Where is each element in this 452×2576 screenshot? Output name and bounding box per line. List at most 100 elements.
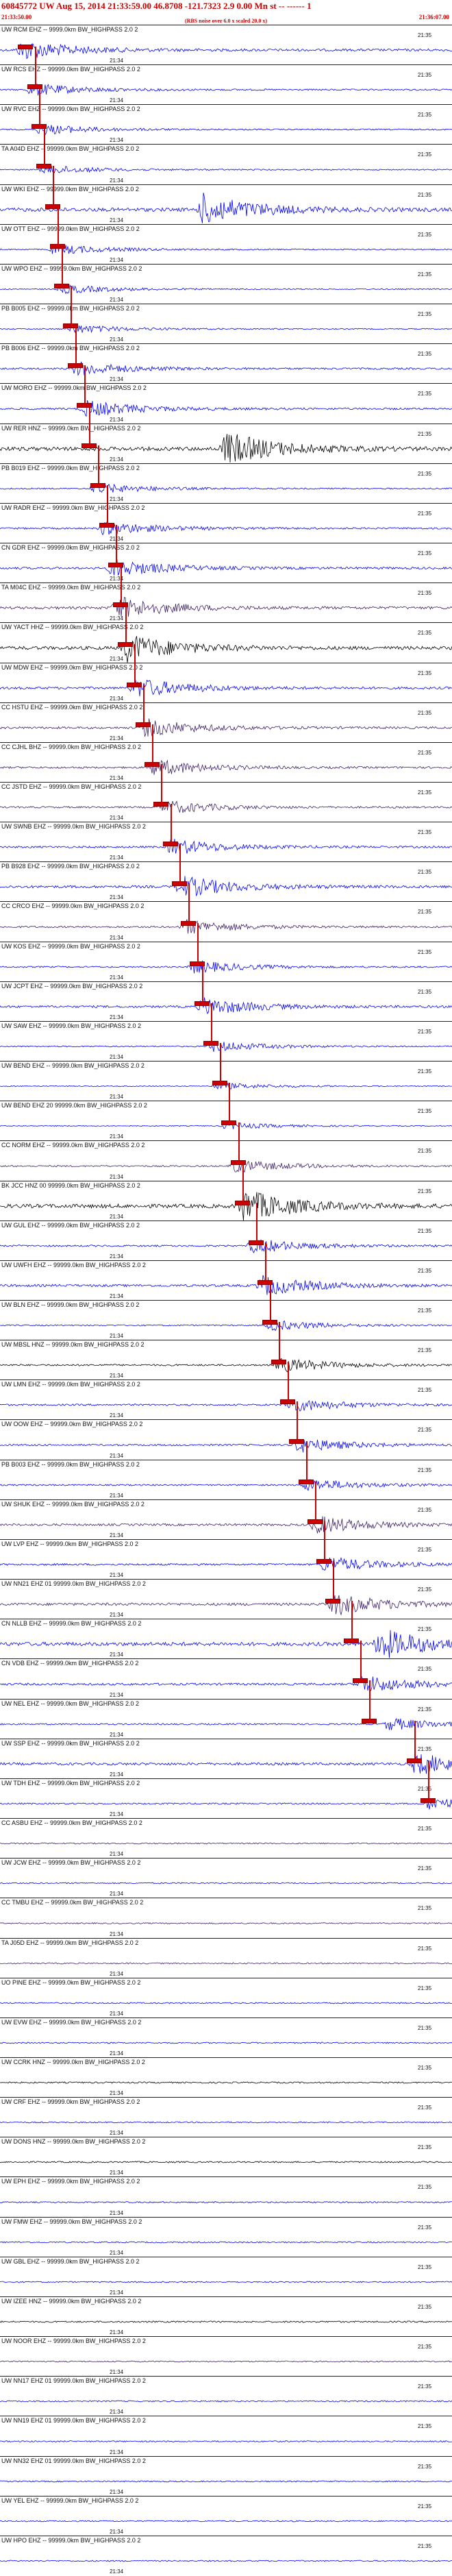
trace-row: PB B005 EHZ -- 99999.0km BW_HIGHPASS 2.0… — [0, 304, 452, 343]
station-label: UW NN32 EHZ 01 99999.0km BW_HIGHPASS 2.0… — [1, 2457, 146, 2464]
tick-label-2134: 21:34 — [110, 815, 124, 821]
pick-connector — [428, 1760, 429, 1800]
tick-label-2134: 21:34 — [110, 2568, 124, 2575]
station-label: UW NOOR EHZ -- 99999.0km BW_HIGHPASS 2.0… — [1, 2338, 146, 2344]
trace-line — [0, 759, 452, 775]
tick-label-2135: 21:35 — [418, 630, 432, 636]
tick-label-2135: 21:35 — [418, 2383, 432, 2390]
tick-label-2134: 21:34 — [110, 1532, 124, 1538]
trace-line — [0, 434, 452, 463]
tick-label-2134: 21:34 — [110, 58, 124, 64]
trace-row: CC ASBU EHZ -- 99999.0km BW_HIGHPASS 2.0… — [0, 1818, 452, 1858]
trace-row: UW GUL EHZ -- 99999.0km BW_HIGHPASS 2.0 … — [0, 1220, 452, 1260]
trace-row: UW RER HNZ -- 99999.0km BW_HIGHPASS 2.0 … — [0, 424, 452, 463]
trace-line — [0, 400, 452, 417]
station-label: UW SSP EHZ -- 99999.0km BW_HIGHPASS 2.0 … — [1, 1740, 140, 1747]
tick-label-2134: 21:34 — [110, 2369, 124, 2375]
pick-connector — [107, 484, 108, 525]
pick-connector — [71, 285, 72, 326]
pick-connector — [53, 166, 54, 206]
trace-line — [0, 718, 452, 737]
tick-label-2134: 21:34 — [110, 1453, 124, 1459]
tick-label-2135: 21:35 — [418, 1547, 432, 1553]
pick-connector — [134, 644, 136, 685]
pick-connector — [256, 1202, 258, 1242]
trace-line — [0, 1040, 452, 1052]
seismogram-header: 60845772 UW Aug 15, 2014 21:33:59.00 46.… — [0, 0, 452, 25]
tick-label-2135: 21:35 — [418, 1865, 432, 1872]
station-label: UW SAW EHZ -- 99999.0km BW_HIGHPASS 2.0 … — [1, 1022, 142, 1029]
tick-label-2134: 21:34 — [110, 376, 124, 382]
trace-line — [0, 482, 452, 493]
arrival-pick-marker[interactable] — [18, 44, 33, 49]
trace-row: UW NEL EHZ -- 99999.0km BW_HIGHPASS 2.0 … — [0, 1699, 452, 1739]
station-label: UW YEL EHZ -- 99999.0km BW_HIGHPASS 2.0 … — [1, 2497, 139, 2504]
station-label: UW EPH EHZ -- 99999.0km BW_HIGHPASS 2.0 … — [1, 2178, 140, 2185]
trace-line — [0, 2440, 452, 2443]
trace-row: UW SAW EHZ -- 99999.0km BW_HIGHPASS 2.0 … — [0, 1021, 452, 1061]
tick-label-2135: 21:35 — [418, 989, 432, 995]
trace-row: UW CCRK HNZ -- 99999.0km BW_HIGHPASS 2.0… — [0, 2057, 452, 2097]
trace-line — [0, 959, 452, 974]
tick-label-2134: 21:34 — [110, 1811, 124, 1817]
tick-label-2135: 21:35 — [418, 1985, 432, 1991]
trace-line — [0, 559, 452, 576]
trace-line — [0, 1479, 452, 1491]
tick-label-2134: 21:34 — [110, 894, 124, 900]
tick-label-2134: 21:34 — [110, 1014, 124, 1020]
station-label: CC TMBU EHZ -- 99999.0km BW_HIGHPASS 2.0… — [1, 1899, 144, 1906]
trace-row: UW FMW EHZ -- 99999.0km BW_HIGHPASS 2.0 … — [0, 2217, 452, 2257]
trace-line — [0, 2320, 452, 2323]
trace-row: CN GDR EHZ -- 99999.0km BW_HIGHPASS 2.0 … — [0, 543, 452, 582]
trace-line — [0, 2121, 452, 2124]
tick-label-2134: 21:34 — [110, 1133, 124, 1140]
tick-label-2135: 21:35 — [418, 1946, 432, 1952]
tick-label-2135: 21:35 — [418, 1905, 432, 1911]
tick-label-2135: 21:35 — [418, 1467, 432, 1473]
tick-label-2135: 21:35 — [418, 909, 432, 915]
station-label: TA M04C EHZ -- 99999.0km BW_HIGHPASS 2.0… — [1, 584, 141, 591]
tick-label-2134: 21:34 — [110, 696, 124, 702]
tick-label-2135: 21:35 — [418, 1347, 432, 1353]
station-label: UW RVC EHZ -- 99999.0km BW_HIGHPASS 2.0 … — [1, 106, 140, 112]
tick-label-2135: 21:35 — [418, 1108, 432, 1114]
trace-row: CC CJHL BHZ -- 99999.0km BW_HIGHPASS 2.0… — [0, 742, 452, 782]
trace-line — [0, 2360, 452, 2363]
tick-label-2135: 21:35 — [418, 1586, 432, 1593]
trace-row: UW CRF EHZ -- 99999.0km BW_HIGHPASS 2.0 … — [0, 2097, 452, 2137]
trace-line — [0, 2041, 452, 2044]
trace-row: UW BEND EHZ -- 99999.0km BW_HIGHPASS 2.0… — [0, 1061, 452, 1101]
pick-connector — [279, 1321, 280, 1362]
station-label: UW WKI EHZ -- 99999.0km BW_HIGHPASS 2.0 … — [1, 186, 139, 193]
station-label: UW SHUK EHZ -- 99999.0km BW_HIGHPASS 2.0… — [1, 1501, 145, 1508]
pick-connector — [58, 206, 59, 246]
station-label: PB B006 EHZ -- 99999.0km BW_HIGHPASS 2.0… — [1, 345, 140, 352]
pick-connector — [161, 763, 162, 804]
tick-label-2134: 21:34 — [110, 656, 124, 662]
station-label: UW JCPT EHZ -- 99999.0km BW_HIGHPASS 2.0… — [1, 983, 143, 990]
tick-label-2134: 21:34 — [110, 137, 124, 143]
trace-line — [0, 1630, 452, 1658]
tick-label-2135: 21:35 — [418, 511, 432, 517]
tick-label-2134: 21:34 — [110, 974, 124, 981]
trace-line — [0, 164, 452, 174]
trace-line — [0, 1358, 452, 1373]
tick-label-2134: 21:34 — [110, 1891, 124, 1897]
tick-label-2134: 21:34 — [110, 1732, 124, 1738]
tick-label-2135: 21:35 — [418, 2264, 432, 2270]
tick-label-2135: 21:35 — [418, 789, 432, 796]
station-label: UW NEL EHZ -- 99999.0km BW_HIGHPASS 2.0 … — [1, 1700, 140, 1707]
pick-connector — [288, 1361, 289, 1401]
station-label: UW NN21 EHZ 01 99999.0km BW_HIGHPASS 2.0… — [1, 1580, 146, 1587]
trace-row: CC CRCO EHZ -- 99999.0km BW_HIGHPASS 2.0… — [0, 901, 452, 942]
tick-label-2135: 21:35 — [418, 72, 432, 78]
pick-connector — [202, 963, 203, 1003]
tick-label-2134: 21:34 — [110, 456, 124, 463]
trace-row: CC JSTD EHZ -- 99999.0km BW_HIGHPASS 2.0… — [0, 782, 452, 822]
tick-label-2135: 21:35 — [418, 431, 432, 437]
station-label: CC HSTU EHZ -- 99999.0km BW_HIGHPASS 2.0… — [1, 704, 143, 711]
station-label: UW FMW EHZ -- 99999.0km BW_HIGHPASS 2.0 … — [1, 2218, 142, 2225]
trace-row: UW LMN EHZ -- 99999.0km BW_HIGHPASS 2.0 … — [0, 1379, 452, 1419]
tick-label-2135: 21:35 — [418, 2025, 432, 2031]
trace-line — [0, 2400, 452, 2403]
